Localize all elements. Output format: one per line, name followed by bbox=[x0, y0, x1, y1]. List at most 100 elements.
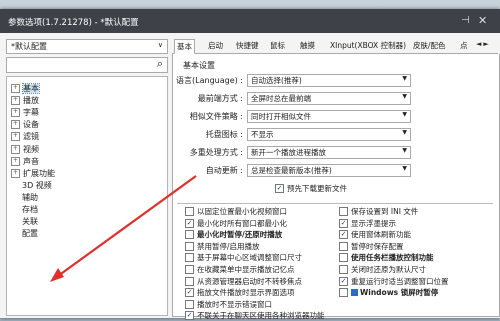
setting-row: 多重处理方式 : 新开一个播放进程播放 ▼ bbox=[173, 146, 499, 159]
setting-dropdown[interactable]: 同时打开相似文件 ▼ bbox=[247, 110, 411, 123]
tab[interactable]: 鼠标 bbox=[268, 39, 287, 52]
expand-icon[interactable]: + bbox=[11, 156, 20, 166]
tree-item[interactable]: + 播放 bbox=[11, 95, 39, 106]
tab[interactable]: 点 bbox=[458, 39, 470, 52]
option-checkbox[interactable]: 暂停时保存配置 bbox=[339, 241, 404, 251]
option-checkbox[interactable]: ✓ 不联关于在聊天区使用各种浏览器功能 bbox=[185, 310, 325, 321]
search-icon[interactable]: ⌕ bbox=[157, 57, 163, 71]
checkbox-box[interactable] bbox=[185, 207, 194, 216]
tree-item[interactable]: 存档 bbox=[22, 204, 38, 215]
title-bar[interactable]: 参数选项(1.7.21278) - *默认配置 ⊣ ✕ bbox=[0, 9, 500, 33]
search-input[interactable]: ⌕ bbox=[6, 57, 168, 73]
tab[interactable]: 基本 bbox=[174, 39, 195, 54]
setting-dropdown[interactable]: 自动选择(推荐) ▼ bbox=[247, 74, 411, 87]
setting-label: 最前端方式 : bbox=[197, 94, 243, 103]
tree-item[interactable]: 配置 bbox=[22, 228, 38, 239]
option-checkbox[interactable]: 播放时不显示错误窗口 bbox=[185, 299, 272, 309]
tree-item[interactable]: + 滤镜 bbox=[11, 131, 39, 142]
checkmark-icon[interactable]: ✓ bbox=[275, 184, 284, 193]
option-checkbox[interactable]: 基于屏幕中心区域调整窗口尺寸 bbox=[185, 252, 302, 263]
checkbox-box[interactable] bbox=[339, 207, 348, 216]
windows-icon bbox=[351, 289, 358, 297]
checkbox-box[interactable] bbox=[185, 276, 194, 286]
checkmark-icon[interactable]: ✓ bbox=[339, 218, 348, 228]
option-checkbox[interactable]: ✓ 预先下载更新文件 bbox=[275, 183, 347, 193]
checkbox-box[interactable] bbox=[185, 299, 194, 309]
setting-dropdown[interactable]: 不显示 ▼ bbox=[247, 128, 411, 141]
expand-icon[interactable]: + bbox=[11, 144, 20, 154]
option-checkbox[interactable]: ✓ 使用窗体刷新功能 bbox=[339, 229, 411, 240]
setting-label: 自动更新 : bbox=[205, 166, 243, 175]
checkbox-box[interactable] bbox=[339, 253, 348, 263]
checkmark-icon[interactable]: ✓ bbox=[185, 288, 194, 298]
expand-icon[interactable]: + bbox=[11, 120, 20, 130]
tab[interactable]: 皮肤/配色 bbox=[411, 39, 448, 52]
checkmark-icon[interactable]: ✓ bbox=[185, 218, 194, 228]
checkmark-icon[interactable]: ✓ bbox=[185, 311, 194, 321]
tree-item-label: 播放 bbox=[23, 96, 39, 106]
tree-item[interactable]: 辅助 bbox=[22, 192, 38, 203]
tab[interactable]: XInput(XBOX 控制器) bbox=[328, 39, 408, 52]
setting-dropdown[interactable]: 全屏时总在最前端 ▼ bbox=[247, 92, 411, 105]
tree-item[interactable]: + 声音 bbox=[11, 156, 39, 167]
tree-item-label: 配置 bbox=[22, 229, 38, 239]
tree-item[interactable]: + 基本 bbox=[11, 83, 40, 94]
preset-select[interactable]: *默认配置 ∨ bbox=[6, 39, 168, 54]
option-checkbox[interactable]: 从资源管理器启动时不转移焦点 bbox=[185, 276, 302, 286]
checkbox-box[interactable] bbox=[185, 241, 194, 251]
tree-item-label: 视频 bbox=[23, 144, 39, 154]
option-checkbox[interactable]: Windows 锁屏时暂停 bbox=[339, 287, 438, 298]
tree-item[interactable]: + 视频 bbox=[11, 144, 39, 155]
option-checkbox[interactable]: 最小化时暂停/还原时播放 bbox=[185, 229, 282, 240]
tree-item[interactable]: + 字幕 bbox=[11, 107, 39, 118]
option-checkbox[interactable]: ✓ 重复运行时适当调整窗口位置 bbox=[339, 276, 449, 286]
checkbox-box[interactable] bbox=[339, 288, 348, 298]
tab-scroll-right-icon[interactable]: ► bbox=[483, 40, 490, 48]
checkbox-box[interactable] bbox=[185, 230, 194, 240]
chevron-down-icon: ∨ bbox=[157, 41, 163, 49]
setting-row: 托盘图标 : 不显示 ▼ bbox=[173, 128, 499, 141]
expand-icon[interactable]: + bbox=[11, 168, 20, 178]
checkbox-label: 以固定位置最小化视频窗口 bbox=[197, 207, 287, 216]
checkmark-icon[interactable]: ✓ bbox=[339, 276, 348, 286]
tab[interactable]: 启动 bbox=[206, 39, 225, 52]
option-checkbox[interactable]: ✓ 显示浮墨提示 bbox=[339, 218, 396, 228]
tree-item-label: 声音 bbox=[23, 156, 39, 166]
expand-icon[interactable]: + bbox=[11, 132, 20, 142]
checkbox-box[interactable] bbox=[339, 265, 348, 274]
option-checkbox[interactable]: 保存设置到 INI 文件 bbox=[339, 206, 418, 216]
tree-item[interactable]: 关联 bbox=[22, 216, 38, 227]
checkbox-label: 禁用暂停/启用播放 bbox=[197, 241, 260, 251]
pin-icon[interactable]: ⊣ bbox=[461, 15, 470, 26]
option-checkbox[interactable]: 使用任务栏播放控制功能 bbox=[339, 252, 434, 263]
tab-scroll-buttons[interactable]: ◄► bbox=[476, 40, 491, 48]
expand-icon[interactable]: + bbox=[11, 108, 20, 118]
option-checkbox[interactable]: 以固定位置最小化视频窗口 bbox=[185, 206, 287, 216]
checkbox-box[interactable] bbox=[185, 253, 194, 263]
option-checkbox[interactable]: 在收藏菜单中显示播放记忆点 bbox=[185, 264, 295, 274]
preferences-window: 参数选项(1.7.21278) - *默认配置 ⊣ ✕ *默认配置 ∨ ⌕ + 基… bbox=[0, 9, 500, 321]
tree-item[interactable]: + 设备 bbox=[11, 119, 39, 130]
option-checkbox[interactable]: ✓ 拖放文件播放时显示界面选项 bbox=[185, 287, 295, 298]
tree-item-label: 存档 bbox=[22, 205, 38, 214]
dropdown-value: 自动选择(推荐) bbox=[251, 76, 302, 85]
tab[interactable]: 快捷键 bbox=[234, 39, 261, 52]
checkbox-label: 从资源管理器启动时不转移焦点 bbox=[197, 276, 302, 286]
chevron-down-icon: ▼ bbox=[402, 75, 407, 82]
option-checkbox[interactable]: ✓ 最小化时所有窗口都最小化 bbox=[185, 218, 287, 228]
option-checkbox[interactable]: 禁用暂停/启用播放 bbox=[185, 241, 260, 251]
expand-icon[interactable]: + bbox=[11, 84, 20, 93]
checkbox-box[interactable] bbox=[185, 265, 194, 274]
tree-item[interactable]: 3D 视频 bbox=[22, 180, 52, 191]
checkbox-box[interactable] bbox=[339, 241, 348, 251]
checkbox-label: 预先下载更新文件 bbox=[287, 184, 347, 193]
option-checkbox[interactable]: 关闭时还原为默认尺寸 bbox=[339, 264, 426, 274]
setting-dropdown[interactable]: 新开一个播放进程播放 ▼ bbox=[247, 146, 411, 159]
checkbox-label: 重复运行时适当调整窗口位置 bbox=[351, 276, 449, 286]
tab[interactable]: 触摸 bbox=[298, 39, 317, 52]
expand-icon[interactable]: + bbox=[11, 96, 20, 106]
checkmark-icon[interactable]: ✓ bbox=[339, 230, 348, 240]
close-icon[interactable]: ✕ bbox=[478, 14, 487, 27]
setting-dropdown[interactable]: 总是检查最新版本(推荐) ▼ bbox=[247, 164, 411, 177]
tree-item[interactable]: + 扩展功能 bbox=[11, 168, 55, 179]
